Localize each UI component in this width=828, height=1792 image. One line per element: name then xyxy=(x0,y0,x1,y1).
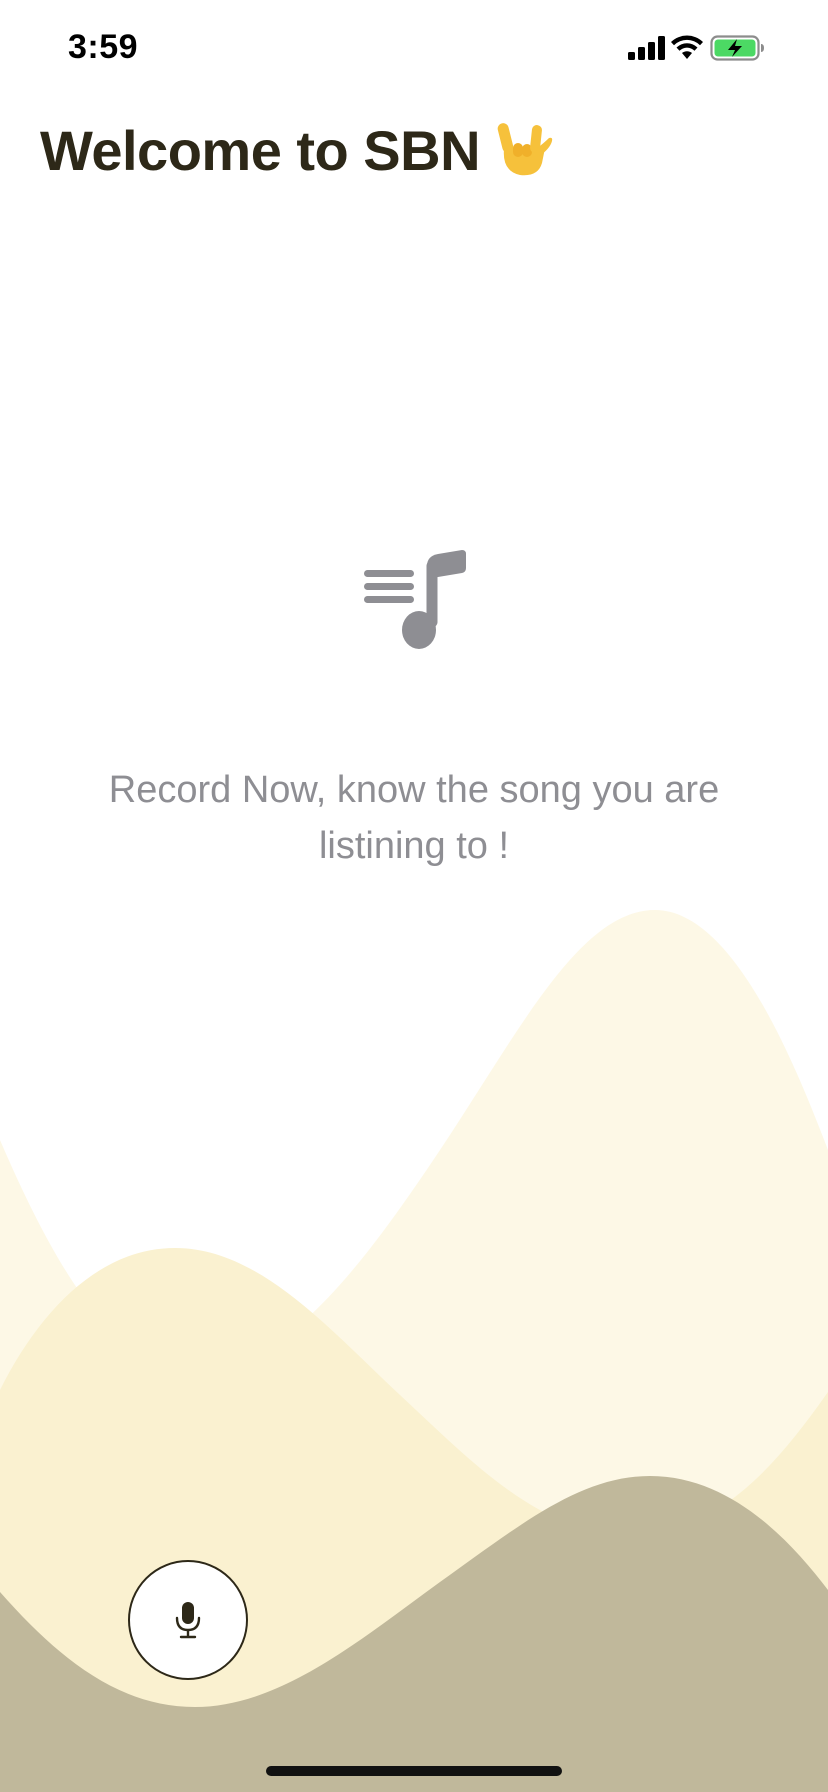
page-title: Welcome to SBN xyxy=(40,118,554,185)
cellular-signal-icon xyxy=(628,36,665,60)
empty-state-message: Record Now, know the song you are listin… xyxy=(108,769,720,867)
microphone-icon xyxy=(175,1602,201,1639)
status-time: 3:59 xyxy=(68,28,139,66)
wifi-icon xyxy=(671,35,703,59)
record-button[interactable] xyxy=(128,1560,248,1680)
wave-background xyxy=(0,910,828,1792)
home-indicator[interactable] xyxy=(266,1766,562,1776)
love-you-gesture-emoji-icon xyxy=(497,123,553,176)
page-title-text: Welcome to SBN xyxy=(40,119,481,182)
screen: 3:59 Welcome to SBN Record Now, know the… xyxy=(0,0,828,1792)
battery-charging-icon xyxy=(710,35,764,61)
status-bar: 3:59 xyxy=(0,0,828,100)
music-playlist-icon xyxy=(364,550,466,649)
